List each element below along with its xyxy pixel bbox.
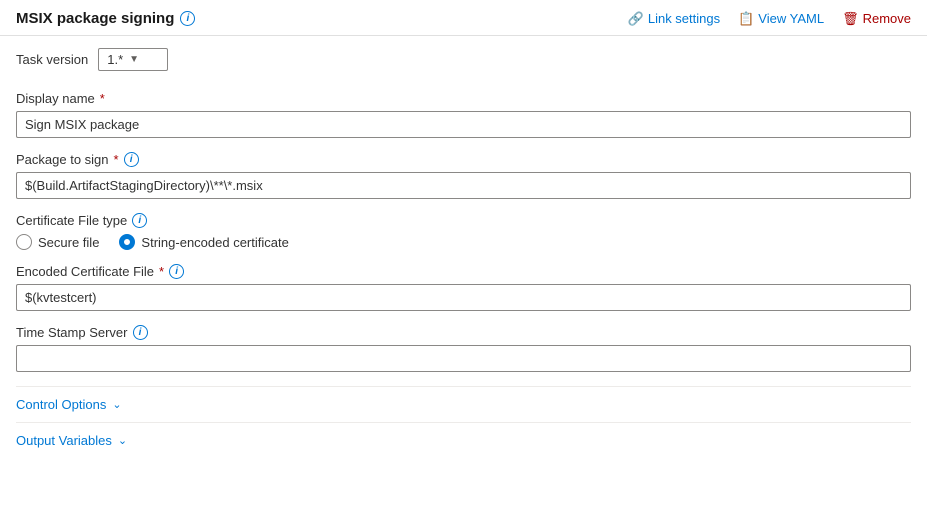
header-left: MSIX package signing i xyxy=(16,10,195,27)
link-settings-label: Link settings xyxy=(648,11,720,26)
package-to-sign-field: Package to sign * i xyxy=(16,152,911,199)
view-yaml-label: View YAML xyxy=(758,11,824,26)
remove-button[interactable]: 🗑 Remove xyxy=(842,11,911,27)
output-variables-chevron-icon: ⌄ xyxy=(118,434,127,447)
display-name-required: * xyxy=(100,91,105,106)
link-settings-button[interactable]: 🔗 Link settings xyxy=(628,11,720,27)
encoded-cert-info-icon[interactable]: i xyxy=(169,264,184,279)
title-info-icon[interactable]: i xyxy=(180,11,195,26)
trash-icon: 🗑 xyxy=(842,11,859,27)
header-actions: 🔗 Link settings 📋 View YAML 🗑 Remove xyxy=(628,11,911,27)
control-options-chevron-icon: ⌄ xyxy=(112,398,121,411)
cert-type-info-icon[interactable]: i xyxy=(132,213,147,228)
encoded-cert-required: * xyxy=(159,264,164,279)
certificate-file-type-field: Certificate File type i Secure file Stri… xyxy=(16,213,911,250)
certificate-radio-group: Secure file String-encoded certificate xyxy=(16,234,911,250)
string-encoded-label: String-encoded certificate xyxy=(141,235,288,250)
package-required: * xyxy=(114,152,119,167)
task-content: Task version 1.* ▼ Display name * Packag… xyxy=(0,36,927,474)
task-header: MSIX package signing i 🔗 Link settings 📋… xyxy=(0,0,927,36)
certificate-file-type-label: Certificate File type i xyxy=(16,213,911,228)
task-version-value: 1.* xyxy=(107,52,123,67)
version-chevron-icon: ▼ xyxy=(129,54,139,65)
secure-file-radio[interactable]: Secure file xyxy=(16,234,99,250)
task-version-row: Task version 1.* ▼ xyxy=(16,48,911,71)
encoded-cert-input[interactable] xyxy=(16,284,911,311)
secure-file-radio-circle xyxy=(16,234,32,250)
encoded-cert-field: Encoded Certificate File * i xyxy=(16,264,911,311)
time-stamp-input[interactable] xyxy=(16,345,911,372)
string-encoded-radio[interactable]: String-encoded certificate xyxy=(119,234,288,250)
time-stamp-info-icon[interactable]: i xyxy=(133,325,148,340)
secure-file-label: Secure file xyxy=(38,235,99,250)
link-icon: 🔗 xyxy=(628,11,644,27)
package-to-sign-label: Package to sign * i xyxy=(16,152,911,167)
output-variables-label: Output Variables xyxy=(16,433,112,448)
control-options-section[interactable]: Control Options ⌄ xyxy=(16,386,911,422)
view-yaml-button[interactable]: 📋 View YAML xyxy=(738,11,824,27)
task-version-select[interactable]: 1.* ▼ xyxy=(98,48,168,71)
task-title: MSIX package signing xyxy=(16,10,174,27)
display-name-field: Display name * xyxy=(16,91,911,138)
time-stamp-label: Time Stamp Server i xyxy=(16,325,911,340)
package-info-icon[interactable]: i xyxy=(124,152,139,167)
display-name-input[interactable] xyxy=(16,111,911,138)
encoded-cert-label: Encoded Certificate File * i xyxy=(16,264,911,279)
display-name-label: Display name * xyxy=(16,91,911,106)
control-options-label: Control Options xyxy=(16,397,106,412)
remove-label: Remove xyxy=(863,11,911,26)
package-to-sign-input[interactable] xyxy=(16,172,911,199)
time-stamp-field: Time Stamp Server i xyxy=(16,325,911,372)
task-version-label: Task version xyxy=(16,52,88,67)
string-encoded-radio-circle xyxy=(119,234,135,250)
yaml-icon: 📋 xyxy=(738,11,754,27)
output-variables-section[interactable]: Output Variables ⌄ xyxy=(16,422,911,458)
